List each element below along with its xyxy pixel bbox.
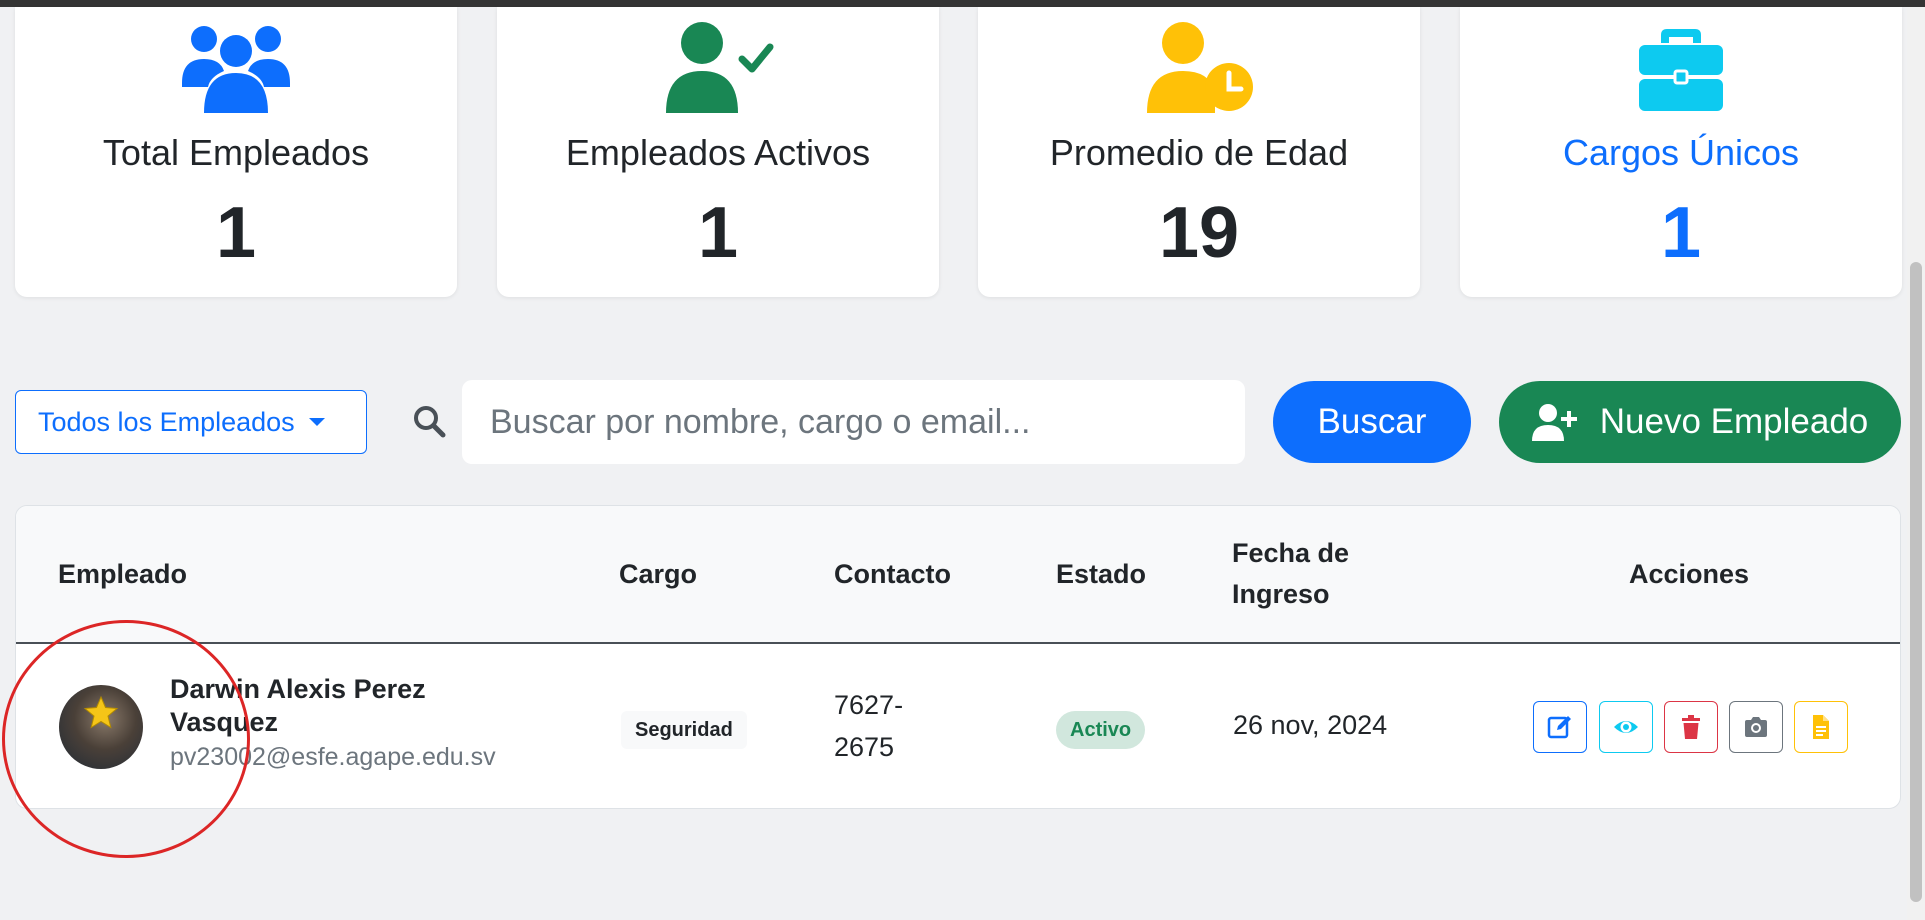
cargo-badge: Seguridad (621, 711, 747, 749)
new-employee-label: Nuevo Empleado (1599, 402, 1869, 441)
edit-icon (1547, 716, 1571, 739)
status-badge: Activo (1056, 711, 1146, 749)
photo-button[interactable] (1729, 701, 1783, 753)
user-clock-icon (1147, 22, 1253, 113)
new-employee-button[interactable]: Nuevo Empleado (1499, 381, 1901, 463)
header-contacto: Contacto (834, 559, 951, 589)
edit-button[interactable] (1533, 701, 1587, 753)
user-check-icon (666, 22, 774, 113)
file-icon (1813, 715, 1829, 739)
header-fecha-line2: Ingreso (1232, 579, 1330, 609)
vertical-scrollbar[interactable] (1907, 7, 1925, 920)
stat-label: Empleados Activos (565, 132, 871, 173)
search-button-label: Buscar (1317, 402, 1427, 441)
stat-value: 1 (1660, 193, 1702, 273)
star-icon (83, 695, 119, 729)
header-acciones: Acciones (1629, 559, 1750, 589)
stat-card-promedio-edad: Promedio de Edad 19 (978, 7, 1420, 297)
users-icon (182, 26, 290, 113)
stat-label: Promedio de Edad (1049, 132, 1349, 173)
trash-icon (1682, 715, 1700, 739)
user-plus-icon (1531, 404, 1577, 441)
search-input[interactable] (462, 380, 1245, 464)
header-fecha-line1: Fecha de (1232, 538, 1350, 568)
employee-avatar (59, 685, 143, 769)
employee-filter-dropdown[interactable]: Todos los Empleados (15, 390, 367, 454)
filter-label: Todos los Empleados (38, 406, 295, 437)
header-estado: Estado (1056, 559, 1147, 589)
camera-icon (1745, 717, 1767, 737)
header-empleado: Empleado (58, 559, 188, 589)
employee-contact: 7627-2675 (834, 690, 904, 762)
stat-card-cargos-unicos: Cargos Únicos 1 (1460, 7, 1902, 297)
window-top-bar (0, 0, 1925, 7)
employees-table: Empleado Cargo Contacto Estado Fecha de … (15, 505, 1901, 809)
scrollbar-thumb[interactable] (1910, 262, 1922, 902)
stat-value: 19 (1158, 193, 1240, 273)
stat-card-total-empleados: Total Empleados 1 (15, 7, 457, 297)
caret-down-icon (308, 418, 325, 426)
stat-value: 1 (215, 193, 257, 273)
search-button[interactable]: Buscar (1273, 381, 1471, 463)
employee-name: Darwin Alexis Perez Vasquez (170, 674, 426, 737)
eye-icon (1614, 721, 1638, 733)
search-icon (414, 406, 446, 438)
document-button[interactable] (1794, 701, 1848, 753)
stat-label: Total Empleados (102, 132, 370, 173)
table-header: Empleado Cargo Contacto Estado Fecha de … (16, 506, 1900, 644)
stat-value: 1 (697, 193, 739, 273)
delete-button[interactable] (1664, 701, 1718, 753)
view-button[interactable] (1599, 701, 1653, 753)
briefcase-icon (1639, 29, 1723, 111)
stat-card-empleados-activos: Empleados Activos 1 (497, 7, 939, 297)
employee-email: pv23002@esfe.agape.edu.sv (170, 743, 496, 771)
stat-label: Cargos Únicos (1562, 132, 1800, 173)
hire-date: 26 nov, 2024 (1233, 710, 1388, 740)
header-cargo: Cargo (619, 559, 698, 589)
